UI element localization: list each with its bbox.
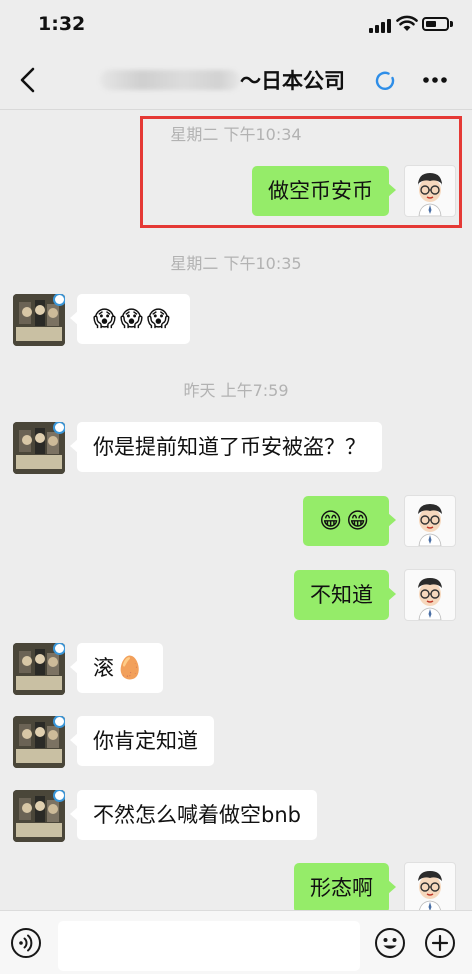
message-bubble-in[interactable]: 你是提前知道了币安被盗？？ [70, 422, 382, 472]
timestamp: 昨天 上午7:59 [183, 381, 289, 400]
message-text: 不知道 [310, 583, 373, 607]
status-time: 1:32 [38, 13, 86, 35]
message-bubble-in[interactable]: 你肯定知道 [70, 716, 214, 766]
avatar-me[interactable] [404, 495, 456, 547]
grin-emoji: 😁 [346, 509, 369, 534]
chat-title: ～日本公司 [240, 69, 345, 93]
message-bubble-out[interactable]: 形态啊 [294, 863, 396, 910]
message-text: 做空币安币 [268, 179, 373, 203]
message-bubble-in[interactable]: 😱 😱 😱 [70, 294, 190, 344]
signal-icon [369, 18, 391, 33]
battery-tip [450, 21, 453, 27]
message-text: 不然怎么喊着做空bnb [93, 803, 301, 827]
message-bubble-in[interactable]: 不然怎么喊着做空bnb [70, 790, 317, 840]
message-text: 滚 [93, 656, 114, 680]
status-bar: 1:32 [0, 0, 472, 50]
avatar-friend[interactable] [13, 643, 65, 695]
avatar-friend[interactable] [13, 294, 65, 346]
voice-icon[interactable] [10, 927, 42, 959]
egg-emoji: 🥚 [116, 656, 144, 681]
message-bubble-in[interactable]: 滚🥚 [69, 643, 164, 693]
timestamp: 星期二 下午10:35 [170, 254, 302, 273]
back-chevron-icon[interactable] [14, 64, 42, 96]
message-input[interactable] [58, 921, 360, 971]
avatar-me[interactable] [404, 862, 456, 910]
scream-emoji: 😱 [119, 307, 143, 332]
refresh-icon[interactable] [373, 69, 397, 93]
blurred-contact-name [100, 70, 240, 90]
nav-bar: ～日本公司 [0, 50, 472, 110]
message-text: 你肯定知道 [93, 729, 198, 753]
avatar-me[interactable] [404, 165, 456, 217]
more-icon[interactable] [418, 68, 452, 92]
avatar-friend[interactable] [13, 422, 65, 474]
message-bubble-out[interactable]: 不知道 [294, 570, 396, 620]
scream-emoji: 😱 [146, 307, 170, 332]
message-text: 你是提前知道了币安被盗？？ [93, 435, 366, 459]
message-bubble-out[interactable]: 做空币安币 [252, 166, 396, 216]
message-bubble-out[interactable]: 😁 😁 [303, 496, 396, 546]
battery-icon [422, 17, 449, 31]
avatar-friend[interactable] [13, 716, 65, 768]
scream-emoji: 😱 [93, 307, 116, 332]
grin-emoji: 😁 [319, 509, 343, 534]
message-text: 形态啊 [310, 876, 373, 900]
plus-icon[interactable] [424, 927, 456, 959]
emoji-icon[interactable] [374, 927, 406, 959]
timestamp: 星期二 下午10:34 [170, 125, 302, 144]
avatar-me[interactable] [404, 569, 456, 621]
wifi-icon [396, 15, 418, 31]
avatar-friend[interactable] [13, 790, 65, 842]
chat-area[interactable]: 星期二 下午10:34 做空币安币 星期二 下午10:35 😱 😱 😱 昨天 上… [0, 111, 472, 910]
input-bar [0, 910, 472, 974]
